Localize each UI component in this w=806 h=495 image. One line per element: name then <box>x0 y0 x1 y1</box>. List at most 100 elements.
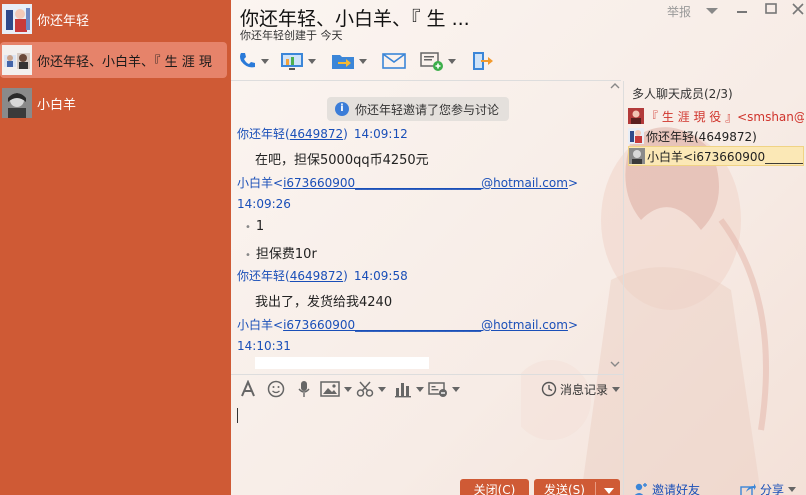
message-time-row: 14:10:31 <box>237 339 291 353</box>
share-button[interactable]: 分享 <box>740 481 797 495</box>
phone-icon <box>240 53 255 68</box>
call-button[interactable] <box>237 48 269 74</box>
message-time: 14:09:58 <box>353 269 408 283</box>
screen-share-button[interactable] <box>280 48 316 74</box>
message-sender: 你还年轻 <box>237 269 286 283</box>
scroll-down-icon[interactable] <box>609 359 621 369</box>
member-avatar <box>629 148 645 164</box>
report-link[interactable]: 举报 <box>667 3 691 20</box>
app-button[interactable] <box>420 48 456 74</box>
input-toolbar: 消息记录 <box>231 374 623 402</box>
member-avatar <box>628 108 644 124</box>
font-button[interactable] <box>239 379 257 399</box>
message-sender: 小白羊 <box>237 318 274 332</box>
microphone-icon <box>298 381 310 397</box>
system-notice: i 你还年轻邀请了您参与讨论 <box>327 97 510 121</box>
chevron-down-icon <box>261 58 269 64</box>
sender-id-link[interactable]: 4649872 <box>290 269 343 283</box>
image-message-placeholder[interactable] <box>255 357 429 369</box>
message-header: 小白羊<i673660900_____________________@hotm… <box>237 318 578 332</box>
more-tools-button[interactable] <box>428 379 460 399</box>
member-name: 『 生 涯 現 役 』<smshan@... <box>646 109 804 124</box>
chart-button[interactable] <box>394 379 424 399</box>
message-time: 14:10:31 <box>237 339 291 353</box>
message-list[interactable]: i 你还年轻邀请了您参与讨论 你还年轻(4649872) 14:09:12 在吧，… <box>231 81 623 369</box>
system-notice-text: 你还年轻邀请了您参与讨论 <box>355 102 500 117</box>
monitor-icon <box>281 53 303 70</box>
bar-chart-icon <box>395 383 411 398</box>
conversation-item-group[interactable]: 你还年轻、小白羊、『 生 涯 現 <box>0 42 227 78</box>
message-time: 14:09:26 <box>237 197 291 211</box>
sender-email-link[interactable]: i673660900_____________________@hotmail.… <box>283 318 568 332</box>
avatar <box>2 88 32 118</box>
sender-email-link[interactable]: i673660900_____________________@hotmail.… <box>283 176 568 190</box>
member-panel: 多人聊天成员(2/3) 『 生 涯 現 役 』<smshan@... 你还年轻(… <box>624 81 806 495</box>
chevron-down-icon <box>448 58 456 64</box>
message-time: 14:09:12 <box>353 127 408 141</box>
member-name: 小白羊<i673660900__________. <box>647 149 803 164</box>
chevron-down-icon <box>359 58 367 64</box>
folder-send-icon <box>332 55 354 69</box>
message-history-button[interactable]: 消息记录 <box>541 379 621 399</box>
conversation-name: 你还年轻 <box>37 13 90 29</box>
smiley-icon <box>267 380 285 398</box>
send-button-divider <box>595 482 596 495</box>
send-button[interactable]: 发送(S) <box>534 479 620 495</box>
exit-icon <box>473 52 493 70</box>
close-icon[interactable] <box>789 2 806 16</box>
mail-button[interactable] <box>382 48 406 74</box>
message-text: 在吧，担保5000qq币4250元 <box>255 153 429 168</box>
image-button[interactable] <box>320 379 352 399</box>
message-sender: 你还年轻 <box>237 127 286 141</box>
maximize-icon[interactable] <box>762 2 780 16</box>
conversation-item-xiaobaiyang[interactable]: 小白羊 <box>0 85 231 121</box>
add-user-icon <box>634 482 647 495</box>
chevron-down-icon <box>378 386 386 392</box>
group-avatar <box>2 45 32 75</box>
invite-friends-button[interactable]: 邀请好友 <box>632 481 700 495</box>
message-header: 你还年轻(4649872) 14:09:12 <box>237 127 408 141</box>
member-item[interactable]: 『 生 涯 現 役 』<smshan@... <box>628 106 804 126</box>
chevron-down-icon[interactable] <box>703 4 721 18</box>
conversation-sidebar: 你还年轻 你还年轻、小白羊、『 生 涯 現 小白羊 <box>0 0 231 495</box>
font-icon <box>241 380 255 397</box>
media-icon <box>428 382 447 397</box>
emoji-button[interactable] <box>267 379 285 399</box>
member-name: 你还年轻(4649872) <box>646 129 757 144</box>
message-input[interactable] <box>231 402 623 478</box>
chat-window: 你还年轻、小白羊、『 生 ... 你还年轻创建于 今天 举报 i 你还年轻邀请了… <box>231 0 806 495</box>
chat-toolbar <box>231 46 806 76</box>
sender-id-link[interactable]: 4649872 <box>290 127 343 141</box>
member-item-selected[interactable]: 小白羊<i673660900__________. <box>628 146 804 166</box>
voice-button[interactable] <box>295 379 313 399</box>
send-file-button[interactable] <box>331 48 367 74</box>
message-line: • 1 <box>245 219 265 234</box>
chevron-down-icon <box>452 386 460 392</box>
message-text: 1 <box>255 219 265 234</box>
clock-icon <box>541 381 557 397</box>
member-avatar <box>628 128 644 144</box>
share-icon <box>740 483 756 495</box>
chevron-down-icon <box>612 386 621 392</box>
close-button[interactable]: 关闭(C) <box>460 479 529 495</box>
message-text: 担保费10r <box>255 247 317 262</box>
message-header: 你还年轻(4649872) 14:09:58 <box>237 269 408 283</box>
member-item[interactable]: 你还年轻(4649872) <box>628 126 804 146</box>
send-button-label: 发送(S) <box>544 483 585 495</box>
add-app-icon <box>420 52 443 71</box>
screenshot-button[interactable] <box>356 379 386 399</box>
message-header: 小白羊<i673660900_____________________@hotm… <box>237 176 578 190</box>
chevron-down-icon <box>416 386 424 392</box>
exit-button[interactable] <box>471 48 495 74</box>
message-line: • 担保费10r <box>245 247 317 262</box>
conversation-item-nihainianqing[interactable]: 你还年轻 <box>0 1 231 37</box>
message-sender: 小白羊 <box>237 176 274 190</box>
minimize-icon[interactable] <box>733 2 751 16</box>
mail-icon <box>382 53 406 69</box>
chat-subtitle: 你还年轻创建于 今天 <box>240 29 343 42</box>
send-options-chevron-icon[interactable] <box>604 488 614 494</box>
member-panel-title: 多人聊天成员(2/3) <box>632 87 733 101</box>
share-label: 分享 <box>760 483 785 495</box>
scroll-up-icon[interactable] <box>609 81 621 91</box>
message-text: 我出了，发货给我4240 <box>255 295 393 310</box>
